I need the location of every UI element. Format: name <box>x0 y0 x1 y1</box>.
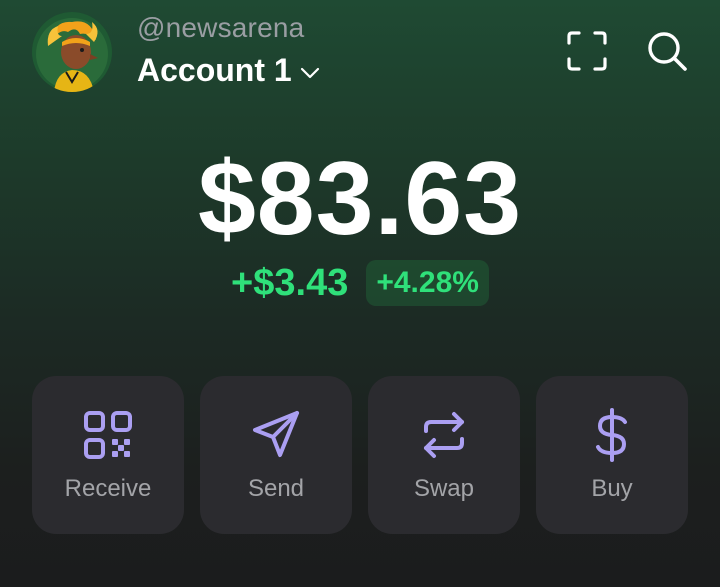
balance-amount: $83.63 <box>197 141 523 257</box>
search-icon <box>648 32 687 71</box>
buy-label: Buy <box>591 475 633 502</box>
account-name: Account 1 <box>137 52 292 88</box>
avatar[interactable] <box>32 12 112 92</box>
scan-button[interactable] <box>564 28 610 74</box>
balance-change: +$3.43 +4.28% <box>0 260 720 306</box>
avatar-image <box>32 12 112 92</box>
change-percent-badge: +4.28% <box>366 260 489 306</box>
swap-button[interactable]: Swap <box>368 376 520 534</box>
dollar-icon <box>584 407 640 463</box>
account-selector[interactable]: Account 1 <box>137 52 322 89</box>
send-button[interactable]: Send <box>200 376 352 534</box>
scan-icon <box>567 31 607 71</box>
buy-button[interactable]: Buy <box>536 376 688 534</box>
send-label: Send <box>247 475 305 502</box>
search-button[interactable] <box>644 28 690 74</box>
receive-button[interactable]: Receive <box>32 376 184 534</box>
send-icon <box>248 407 304 463</box>
qr-code-icon <box>80 407 136 463</box>
change-amount: +$3.43 <box>231 261 349 304</box>
swap-label: Swap <box>413 475 475 502</box>
chevron-down-icon <box>300 67 319 78</box>
header: @newsarena Account 1 <box>0 0 720 110</box>
action-buttons: Receive Send Swap Buy <box>32 376 688 534</box>
swap-icon <box>416 407 472 463</box>
receive-label: Receive <box>64 475 152 502</box>
username-handle: @newsarena <box>137 12 305 43</box>
